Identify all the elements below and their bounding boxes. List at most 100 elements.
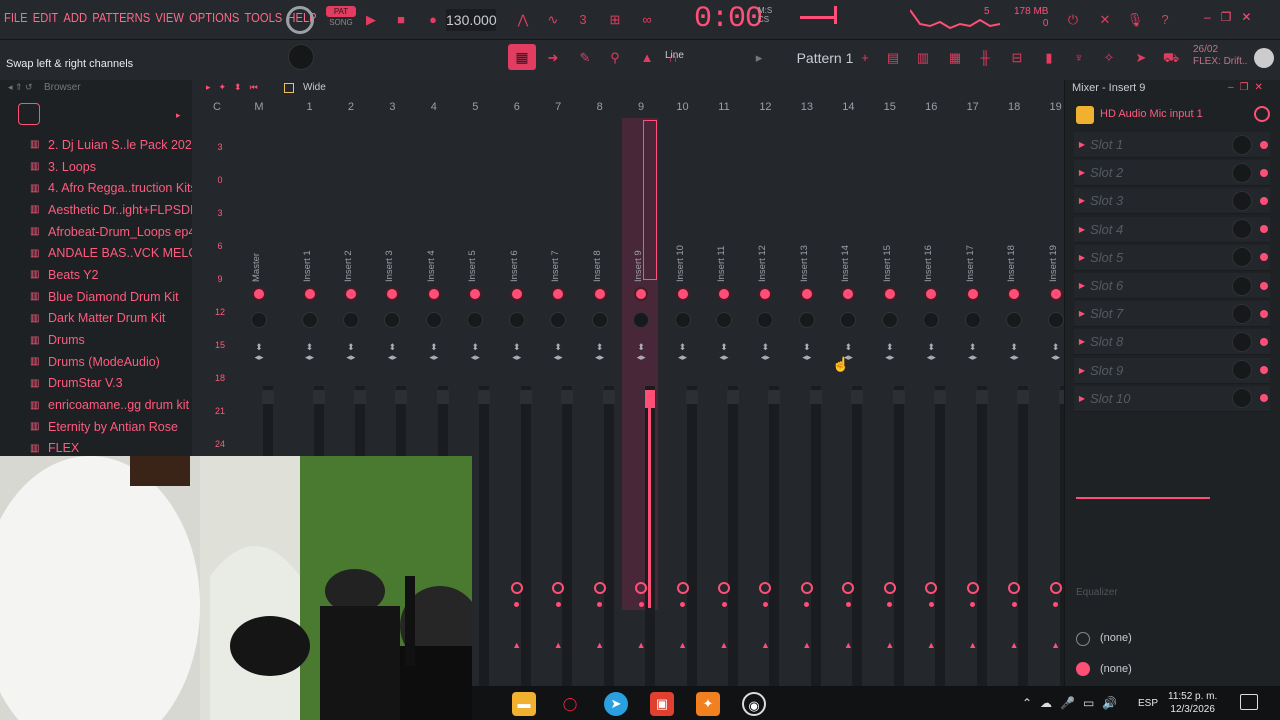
taskbar-clock[interactable]: 11:52 p. m. 12/3/2026 (1168, 690, 1217, 716)
power-icon[interactable]: ⏻ (1064, 11, 1082, 29)
browser-item[interactable]: ▥ Afrobeat-Drum_Loops ep4 (30, 221, 192, 243)
wand-icon[interactable]: ✧ (1100, 49, 1118, 67)
snap-select[interactable]: Line (665, 50, 684, 61)
track-label[interactable]: Insert 14 (840, 212, 854, 282)
browser-item[interactable]: ▥ Dark Matter Drum Kit (30, 308, 192, 330)
track-label[interactable]: Insert 16 (923, 212, 937, 282)
volume-fader[interactable] (892, 390, 905, 404)
loop-record-icon[interactable]: ∞ (638, 11, 656, 29)
obs-icon[interactable]: ◉ (742, 692, 766, 716)
route-arrow-icon[interactable]: ▲ (884, 640, 896, 650)
master-volume-knob[interactable] (286, 6, 314, 34)
mic-icon[interactable]: 🎙 (1126, 11, 1144, 29)
record-icon[interactable]: ● (424, 11, 442, 29)
stereo-swap-icon[interactable]: ⬍ ◂▸ (344, 342, 358, 370)
play-icon[interactable]: ▶ (362, 11, 380, 29)
telegram-icon[interactable]: ➤ (604, 692, 628, 716)
send-lamp[interactable] (928, 602, 934, 607)
link-icon[interactable]: ⚲ (606, 49, 624, 67)
slot-expand-icon[interactable]: ▶ (1074, 337, 1090, 346)
tools-icon[interactable]: ✕ (1096, 11, 1114, 29)
browser-nav-icons[interactable]: ◂ ⇑ ↺ (8, 82, 33, 93)
browser-icon[interactable]: ⊟ (1008, 49, 1026, 67)
slot-mix-knob[interactable] (1232, 388, 1252, 409)
send-lamp[interactable] (555, 602, 561, 607)
track-label[interactable]: Insert 9 (633, 212, 647, 282)
track-enable-button[interactable] (884, 289, 895, 299)
volume-fader[interactable] (934, 390, 947, 404)
send-knob[interactable] (1049, 582, 1062, 594)
file-icon[interactable]: ▮ (1040, 49, 1058, 67)
route-arrow-icon[interactable]: ▲ (594, 640, 606, 650)
volume-fader[interactable] (561, 390, 574, 404)
route-arrow-icon[interactable]: ▲ (925, 640, 937, 650)
effect-slot[interactable]: ▶ Slot 1 (1074, 132, 1270, 158)
audio-input-select[interactable]: HD Audio Mic input 1 (1100, 108, 1203, 120)
track-enable-button[interactable] (967, 289, 978, 299)
track-label[interactable]: Insert 4 (426, 212, 440, 282)
route-arrow-icon[interactable]: ▲ (759, 640, 771, 650)
slot-enable-lamp[interactable] (1260, 225, 1268, 234)
stereo-swap-icon[interactable]: ⬍ ◂▸ (1007, 342, 1021, 370)
send-knob[interactable] (800, 582, 813, 594)
slot-mix-knob[interactable] (1232, 190, 1252, 211)
route-arrow-icon[interactable]: ▲ (635, 640, 647, 650)
wait-input-icon[interactable]: ∿ (544, 11, 562, 29)
browser-item[interactable]: ▥ 2. Dj Luian S..le Pack 2020 (30, 134, 192, 156)
slot-mix-knob[interactable] (1232, 134, 1252, 155)
main-pitch-handle[interactable] (834, 6, 837, 24)
send-lamp[interactable] (1011, 602, 1017, 607)
flex-news[interactable]: 26/02 FLEX: Drift.. (1193, 44, 1247, 68)
track-label[interactable]: Insert 10 (675, 212, 689, 282)
slot-enable-lamp[interactable] (1260, 309, 1268, 318)
add-pattern-icon[interactable]: + (856, 49, 874, 67)
effect-slot[interactable]: ▶ Slot 8 (1074, 329, 1270, 356)
volume-fader[interactable] (727, 390, 739, 404)
send-knob[interactable] (966, 582, 979, 594)
slot-mix-knob[interactable] (1232, 303, 1252, 324)
mixer-view-mode[interactable]: Wide (303, 82, 326, 93)
pan-knob[interactable] (716, 312, 732, 328)
stereo-swap-icon[interactable]: ⬍ ◂▸ (883, 342, 897, 370)
menu-tools[interactable]: TOOLS (245, 10, 283, 25)
track-label[interactable]: Insert 17 (965, 212, 979, 282)
stereo-swap-icon[interactable]: ⬍ ◂▸ (551, 342, 565, 370)
effect-slot[interactable]: ▶ Slot 5 (1074, 244, 1270, 271)
send-routing-icon[interactable] (1076, 632, 1090, 646)
slot-mix-knob[interactable] (1232, 162, 1252, 183)
slot-expand-icon[interactable]: ▶ (1074, 366, 1090, 375)
slot-mix-knob[interactable] (1232, 219, 1252, 240)
track-label[interactable]: Insert 8 (592, 212, 606, 282)
stereo-swap-icon[interactable]: ⬍ ◂▸ (510, 342, 524, 370)
slot-enable-lamp[interactable] (1260, 196, 1268, 205)
track-enable-button[interactable] (1050, 289, 1061, 299)
track-enable-button[interactable] (428, 289, 439, 299)
insert9-fader[interactable] (645, 390, 655, 408)
pat-song-toggle[interactable]: PAT SONG (326, 6, 356, 34)
file-explorer-icon[interactable]: ▬ (512, 692, 536, 716)
effect-slot[interactable]: ▶ Slot 4 (1074, 216, 1270, 243)
pan-knob[interactable] (674, 312, 691, 328)
route-arrow-icon[interactable]: ▲ (801, 640, 813, 650)
stereo-swap-icon[interactable]: ⬍ ◂▸ (385, 342, 399, 370)
volume-fader[interactable] (975, 390, 988, 404)
route-arrow-icon[interactable]: ▲ (842, 640, 854, 650)
track-label[interactable]: Insert 5 (467, 212, 481, 282)
send-knob[interactable] (510, 582, 523, 594)
effect-slot[interactable]: ▶ Slot 2 (1074, 160, 1270, 187)
output-icon[interactable] (1076, 662, 1090, 676)
track-label[interactable]: Insert 18 (1006, 212, 1020, 282)
browser-item[interactable]: ▥ Drums (ModeAudio) (30, 351, 192, 373)
browser-folder-icon[interactable] (18, 103, 40, 125)
track-label[interactable]: Insert 19 (1048, 212, 1062, 282)
volume-fader[interactable] (262, 390, 274, 404)
slot-mix-knob[interactable] (1232, 247, 1252, 268)
step-edit-icon[interactable]: ⊞ (606, 11, 624, 29)
send-knob[interactable] (718, 582, 730, 594)
language-indicator[interactable]: ESP (1138, 698, 1158, 709)
browser-item[interactable]: ▥ enricoamane..gg drum kit (30, 394, 192, 416)
send-knob[interactable] (593, 582, 606, 594)
volume-fader[interactable] (395, 390, 408, 404)
track-label[interactable]: Insert 6 (509, 212, 523, 282)
send-lamp[interactable] (638, 602, 644, 607)
